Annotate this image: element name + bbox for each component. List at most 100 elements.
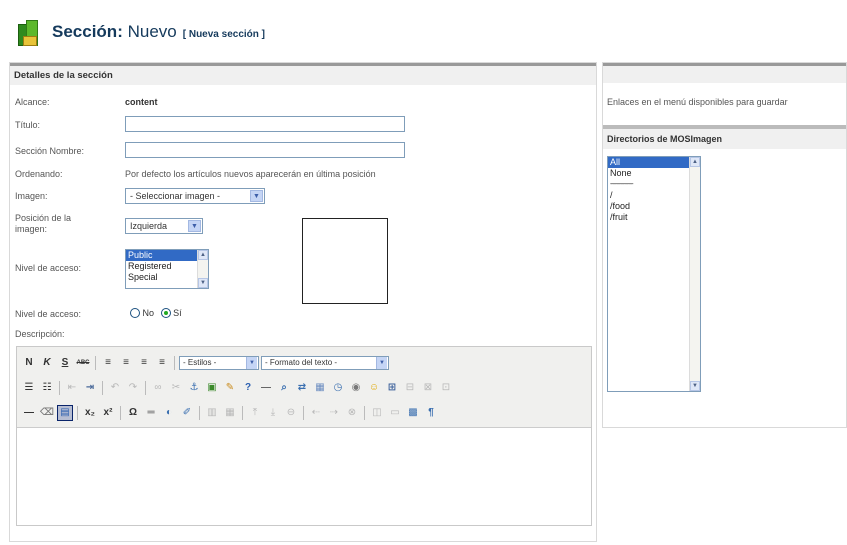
access-option-special[interactable]: Special: [126, 272, 208, 283]
page-header: Sección: Nuevo [ Nueva sección ]: [18, 14, 265, 50]
numbered-list-icon[interactable]: ☷: [39, 380, 55, 396]
directory-item[interactable]: None: [608, 168, 700, 179]
superscript-icon[interactable]: x²: [100, 405, 116, 421]
align-left-icon[interactable]: ≡: [100, 355, 116, 371]
access-option-registered[interactable]: Registered: [126, 261, 208, 272]
indent-icon[interactable]: ⇥: [82, 380, 98, 396]
underline-button[interactable]: S: [57, 355, 73, 371]
section-icon: [18, 18, 40, 46]
subscript-icon[interactable]: x₂: [82, 405, 98, 421]
undo-icon[interactable]: ↶: [107, 380, 123, 396]
title-input[interactable]: [125, 116, 405, 132]
editor-toolbar: N K S ABC ≡ ≡ ≡ ≡ - Estilos - ▼ - Formato…: [17, 347, 591, 428]
section-details-panel: Detalles de la sección Alcance: content …: [9, 62, 597, 542]
image-manager-icon[interactable]: ▩: [405, 405, 421, 421]
visual-aid-icon[interactable]: ▤: [57, 404, 73, 421]
cell-props-icon[interactable]: ▦: [222, 405, 238, 421]
styles-select[interactable]: - Estilos - ▼: [179, 355, 259, 370]
access-level-listbox[interactable]: Public Registered Special ▲ ▼: [125, 249, 209, 289]
emoticon-icon[interactable]: ☺: [366, 380, 382, 396]
cleanup-icon[interactable]: ✎: [222, 380, 238, 396]
radio-yes[interactable]: [160, 308, 171, 318]
bullet-list-icon[interactable]: ☰: [21, 380, 37, 396]
ltr-icon[interactable]: ¶: [423, 405, 439, 421]
image-position-select[interactable]: Izquierda ▼: [125, 218, 203, 234]
unlink-icon[interactable]: ✂: [168, 380, 184, 396]
special-char-icon[interactable]: Ω: [125, 405, 141, 421]
horizontal-line-icon[interactable]: —: [21, 405, 37, 421]
table-icon[interactable]: ⊞: [384, 380, 400, 396]
format-select[interactable]: - Formato del texto - ▼: [261, 355, 389, 370]
table-props-icon[interactable]: ▥: [204, 405, 220, 421]
access-option-public[interactable]: Public: [126, 250, 208, 261]
media-icon[interactable]: ◐: [161, 405, 177, 421]
ordering-label: Ordenando:: [15, 169, 63, 179]
page-subtitle: [ Nueva sección ]: [182, 28, 265, 40]
anchor-icon[interactable]: ⚓: [186, 380, 202, 396]
time-icon[interactable]: ◷: [330, 380, 346, 396]
description-label: Descripción:: [15, 329, 65, 339]
section-name-input[interactable]: [125, 142, 405, 158]
published-label: Nivel de acceso:: [15, 309, 82, 319]
scope-label: Alcance:: [15, 97, 50, 107]
horizontal-rule-icon[interactable]: —: [258, 380, 274, 396]
chevron-down-icon: ▼: [246, 356, 257, 369]
editor-content-area[interactable]: [17, 428, 591, 524]
scroll-up-icon[interactable]: ▲: [690, 157, 700, 167]
scroll-down-icon[interactable]: ▼: [690, 381, 700, 391]
image-position-label: Posición de la imagen:: [15, 213, 72, 234]
delete-col-icon[interactable]: ⊗: [344, 405, 360, 421]
image-preview: [302, 218, 388, 304]
listbox-scrollbar[interactable]: ▲ ▼: [689, 157, 700, 391]
radio-no[interactable]: [130, 308, 140, 318]
panel-header-bar: [603, 63, 846, 83]
published-radio-group: No Sí: [130, 308, 182, 318]
align-right-icon[interactable]: ≡: [136, 355, 152, 371]
preview-icon[interactable]: ◉: [348, 380, 364, 396]
page-title: Sección: Nuevo: [52, 22, 177, 41]
merge-cells-icon[interactable]: ▭: [387, 405, 403, 421]
outdent-icon[interactable]: ⇤: [64, 380, 80, 396]
directory-item[interactable]: All: [608, 157, 700, 168]
cell-icon[interactable]: ⊡: [438, 380, 454, 396]
insert-col-before-icon[interactable]: ⇠: [308, 405, 324, 421]
name-label: Sección Nombre:: [15, 146, 85, 156]
insert-row-before-icon[interactable]: ⤒: [247, 405, 263, 421]
radio-yes-label: Sí: [173, 308, 182, 318]
directory-item[interactable]: /: [608, 190, 700, 201]
row-icon[interactable]: ⊟: [402, 380, 418, 396]
listbox-scrollbar[interactable]: ▲ ▼: [197, 250, 208, 288]
directory-item[interactable]: /fruit: [608, 212, 700, 223]
image-select[interactable]: - Seleccionar imagen - ▼: [125, 188, 265, 204]
italic-button[interactable]: K: [39, 355, 55, 371]
title-label: Título:: [15, 120, 41, 130]
link-icon[interactable]: ∞: [150, 380, 166, 396]
edit-css-icon[interactable]: ✐: [179, 405, 195, 421]
redo-icon[interactable]: ↷: [125, 380, 141, 396]
align-justify-icon[interactable]: ≡: [154, 355, 170, 371]
strikethrough-button[interactable]: ABC: [75, 355, 91, 371]
directory-separator: -----------------: [610, 181, 634, 188]
search-icon[interactable]: ⌕: [276, 380, 292, 396]
remove-format-icon[interactable]: ⌫: [39, 405, 55, 421]
image-icon[interactable]: ▣: [204, 380, 220, 396]
directories-listbox[interactable]: All None ----------------- / /food /frui…: [607, 156, 701, 392]
insert-rule-icon[interactable]: ═: [143, 405, 159, 421]
replace-icon[interactable]: ⇄: [294, 380, 310, 396]
directories-title: Directorios de MOSImagen: [603, 129, 846, 149]
column-icon[interactable]: ⊠: [420, 380, 436, 396]
insert-col-after-icon[interactable]: ⇢: [326, 405, 342, 421]
align-center-icon[interactable]: ≡: [118, 355, 134, 371]
help-icon[interactable]: ?: [240, 380, 256, 396]
scroll-down-icon[interactable]: ▼: [198, 278, 208, 288]
directory-item[interactable]: /food: [608, 201, 700, 212]
scroll-up-icon[interactable]: ▲: [198, 250, 208, 260]
split-cells-icon[interactable]: ◫: [369, 405, 385, 421]
radio-no-label: No: [142, 308, 155, 318]
insert-row-after-icon[interactable]: ⤓: [265, 405, 281, 421]
bold-button[interactable]: N: [21, 355, 37, 371]
chevron-down-icon: ▼: [188, 220, 201, 232]
date-icon[interactable]: ▦: [312, 380, 328, 396]
image-label: Imagen:: [15, 191, 48, 201]
delete-row-icon[interactable]: ⊖: [283, 405, 299, 421]
